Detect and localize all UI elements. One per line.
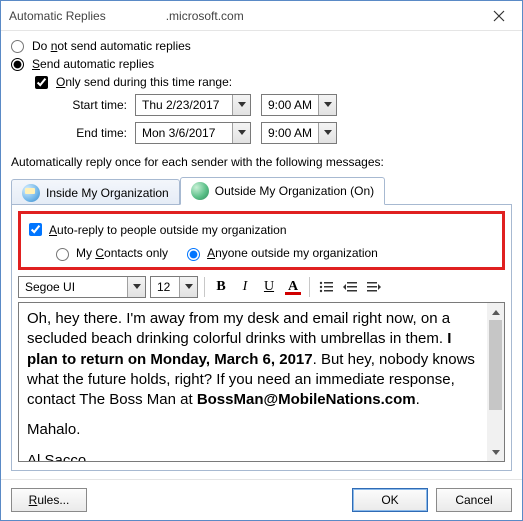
titlebar: Automatic Replies .microsoft.com [1,1,522,31]
anyone-outside-radio[interactable]: Anyone outside my organization [182,243,378,263]
chevron-down-icon [232,123,250,143]
chevron-down-icon [179,277,197,297]
tab-outside-org[interactable]: Outside My Organization (On) [180,177,385,205]
indent-button[interactable] [364,277,384,297]
scroll-thumb[interactable] [489,320,502,410]
end-hour-select[interactable]: 9:00 AM [261,122,337,144]
underline-button[interactable]: U [259,277,279,297]
editor-container: Oh, hey there. I'm away from my desk and… [18,302,505,462]
send-auto-replies-radio[interactable]: Send automatic replies [11,55,512,73]
chevron-down-icon [232,95,250,115]
only-send-range-checkbox[interactable]: Only send during this time range: [35,73,512,91]
end-time-row: End time: Mon 3/6/2017 9:00 AM [55,119,512,147]
world-icon [191,182,209,200]
font-size-select[interactable]: 12 [150,276,198,298]
tab-body-outside: Auto-reply to people outside my organiza… [11,205,512,471]
dialog-footer: Rules... OK Cancel [1,479,522,520]
start-time-label: Start time: [55,98,127,112]
title-right: .microsoft.com [166,9,244,23]
auto-reply-caption: Automatically reply once for each sender… [11,155,512,169]
bullet-list-button[interactable] [316,277,336,297]
ok-button[interactable]: OK [352,488,428,512]
automatic-replies-dialog: Automatic Replies .microsoft.com Do not … [0,0,523,521]
highlight-box: Auto-reply to people outside my organiza… [18,211,505,270]
tab-inside-org[interactable]: Inside My Organization [11,179,180,205]
italic-button[interactable]: I [235,277,255,297]
auto-reply-outside-checkbox[interactable]: Auto-reply to people outside my organiza… [25,218,496,241]
font-color-button[interactable]: A [283,277,303,297]
rules-button[interactable]: Rules... [11,488,87,512]
chevron-down-icon [127,277,145,297]
start-date-select[interactable]: Thu 2/23/2017 [135,94,251,116]
bold-button[interactable]: B [211,277,231,297]
cancel-button[interactable]: Cancel [436,488,512,512]
message-editor[interactable]: Oh, hey there. I'm away from my desk and… [19,303,487,461]
scrollbar[interactable] [487,303,504,461]
editor-toolbar: Segoe UI 12 B I U A [18,276,505,298]
start-hour-select[interactable]: 9:00 AM [261,94,337,116]
chevron-down-icon [318,123,336,143]
scroll-down-icon[interactable] [487,444,504,461]
end-time-label: End time: [55,126,127,140]
do-not-send-radio[interactable]: Do not send automatic replies [11,37,512,55]
org-icon [22,184,40,202]
close-button[interactable] [476,1,522,31]
title-left: Automatic Replies [9,9,106,23]
scroll-up-icon[interactable] [487,303,504,320]
chevron-down-icon [318,95,336,115]
end-date-select[interactable]: Mon 3/6/2017 [135,122,251,144]
font-name-select[interactable]: Segoe UI [18,276,146,298]
outdent-button[interactable] [340,277,360,297]
contacts-only-radio[interactable]: My Contacts only [51,243,168,263]
tabstrip: Inside My Organization Outside My Organi… [11,175,512,205]
start-time-row: Start time: Thu 2/23/2017 9:00 AM [55,91,512,119]
